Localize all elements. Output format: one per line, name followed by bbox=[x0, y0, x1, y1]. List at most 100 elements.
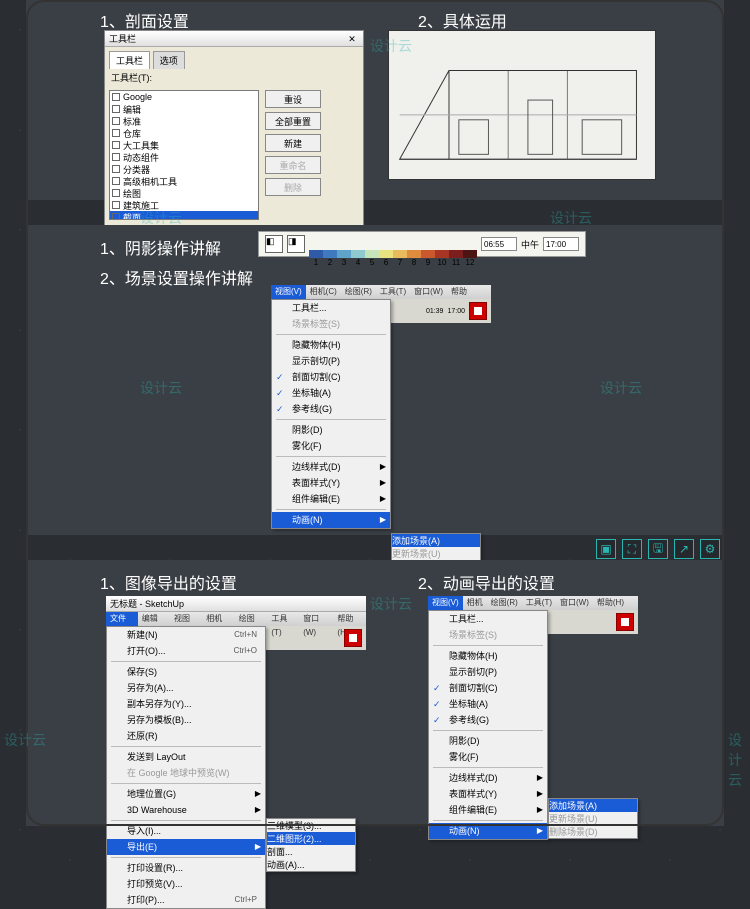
time-end[interactable]: 17:00 bbox=[543, 237, 579, 251]
dropdown-item[interactable]: 还原(R) bbox=[107, 728, 265, 744]
menu-item[interactable]: 帮助 bbox=[447, 285, 471, 299]
submenu-item[interactable]: 添加场景(A) bbox=[392, 534, 480, 547]
dialog-titlebar[interactable]: 工具栏 ✕ bbox=[105, 31, 363, 47]
tab-options[interactable]: 选项 bbox=[153, 51, 185, 69]
dropdown-item[interactable]: 动画(N)▶ bbox=[429, 823, 547, 839]
listbox-label: 工具栏(T): bbox=[105, 69, 363, 86]
window-titlebar[interactable]: 无标题 - SketchUp bbox=[106, 596, 366, 612]
menu-item[interactable]: 相机(C) bbox=[306, 285, 341, 299]
menu-item[interactable]: 窗口(W) bbox=[410, 285, 447, 299]
dropdown-item[interactable]: 阴影(D) bbox=[429, 733, 547, 749]
list-item[interactable]: 仓库 bbox=[110, 127, 258, 139]
shadow-toggle-icon[interactable]: ◧ bbox=[265, 235, 283, 253]
menu-item[interactable]: 相机 bbox=[463, 596, 487, 610]
dialog-button[interactable]: 全部重置 bbox=[265, 112, 321, 130]
time-start[interactable]: 06:55 bbox=[481, 237, 517, 251]
list-item[interactable]: 大工具集 bbox=[110, 139, 258, 151]
dropdown-item[interactable]: 表面样式(Y)▶ bbox=[429, 786, 547, 802]
title-image-export: 1、图像导出的设置 bbox=[100, 570, 237, 594]
dropdown-item[interactable]: 边线样式(D)▶ bbox=[429, 770, 547, 786]
submenu-item[interactable]: 动画(A)... bbox=[267, 858, 355, 871]
menu-item[interactable]: 帮助(H) bbox=[593, 596, 628, 610]
dropdown-item[interactable]: 另存为(A)... bbox=[107, 680, 265, 696]
dropdown-item[interactable]: 动画(N)▶ bbox=[272, 512, 390, 528]
dropdown-item[interactable]: 打印(P)...Ctrl+P bbox=[107, 892, 265, 908]
menu-item[interactable]: 视图(V) bbox=[428, 596, 463, 610]
list-item[interactable]: 绘图 bbox=[110, 187, 258, 199]
dialog-button[interactable]: 新建 bbox=[265, 134, 321, 152]
dropdown-item[interactable]: 组件编辑(E)▶ bbox=[429, 802, 547, 818]
list-item[interactable]: 分类器 bbox=[110, 163, 258, 175]
separator bbox=[276, 419, 386, 420]
menu-item[interactable]: 窗口(W) bbox=[556, 596, 593, 610]
action-button[interactable]: ▣ bbox=[596, 539, 616, 559]
dropdown-item[interactable]: 地理位置(G)▶ bbox=[107, 786, 265, 802]
menu-item[interactable]: 工具(T) bbox=[267, 612, 299, 626]
dropdown-item[interactable]: 打开(O)...Ctrl+O bbox=[107, 643, 265, 659]
dropdown-item[interactable]: 隐藏物体(H) bbox=[429, 648, 547, 664]
submenu-item[interactable]: 二维图形(2)... bbox=[267, 832, 355, 845]
dropdown-item[interactable]: ✓剖面切割(C) bbox=[429, 680, 547, 696]
dropdown-item[interactable]: ✓剖面切割(C) bbox=[272, 369, 390, 385]
menu-item[interactable]: 视图(V) bbox=[170, 612, 202, 626]
menu-item[interactable]: 相机(C) bbox=[202, 612, 235, 626]
menu-item[interactable]: 帮助(H) bbox=[333, 612, 366, 626]
list-item[interactable]: 截面 bbox=[110, 211, 258, 220]
menu-item[interactable]: 工具(T) bbox=[376, 285, 410, 299]
tab-toolbar[interactable]: 工具栏 bbox=[109, 51, 150, 69]
action-button[interactable]: 🖫 bbox=[648, 539, 668, 559]
action-button[interactable]: ↗ bbox=[674, 539, 694, 559]
dropdown-item[interactable]: 副本另存为(Y)... bbox=[107, 696, 265, 712]
dropdown-item[interactable]: 雾化(F) bbox=[429, 749, 547, 765]
submenu-item[interactable]: 添加场景(A) bbox=[549, 799, 637, 812]
menu-item[interactable]: 视图(V) bbox=[271, 285, 306, 299]
dropdown-item[interactable]: 工具栏... bbox=[272, 300, 390, 316]
menu-item[interactable]: 编辑(E) bbox=[138, 612, 170, 626]
title-section-plane: 1、剖面设置 bbox=[100, 8, 189, 32]
dropdown-item[interactable]: 显示剖切(P) bbox=[429, 664, 547, 680]
dropdown-item[interactable]: 打印设置(R)... bbox=[107, 860, 265, 876]
list-item[interactable]: 高级相机工具 bbox=[110, 175, 258, 187]
menu-item[interactable]: 绘图(R) bbox=[341, 285, 376, 299]
menu-item[interactable]: 绘图(R) bbox=[487, 596, 522, 610]
dropdown-item[interactable]: 阴影(D) bbox=[272, 422, 390, 438]
list-item[interactable]: Google bbox=[110, 91, 258, 103]
menu-item[interactable]: 绘图(R) bbox=[235, 612, 268, 626]
dropdown-item[interactable]: 边线样式(D)▶ bbox=[272, 459, 390, 475]
dropdown-item[interactable]: 工具栏... bbox=[429, 611, 547, 627]
separator bbox=[433, 645, 543, 646]
dialog-button[interactable]: 重设 bbox=[265, 90, 321, 108]
dropdown-item[interactable]: 3D Warehouse▶ bbox=[107, 802, 265, 818]
dropdown-item[interactable]: 另存为模板(B)... bbox=[107, 712, 265, 728]
sketchup-logo-icon bbox=[469, 302, 487, 320]
dropdown-item[interactable]: ✓参考线(G) bbox=[272, 401, 390, 417]
dropdown-item[interactable]: 组件编辑(E)▶ bbox=[272, 491, 390, 507]
list-item[interactable]: 标准 bbox=[110, 115, 258, 127]
dropdown-item[interactable]: 新建(N)Ctrl+N bbox=[107, 627, 265, 643]
dropdown-item[interactable]: 显示剖切(P) bbox=[272, 353, 390, 369]
close-icon[interactable]: ✕ bbox=[345, 31, 359, 46]
action-button[interactable]: ⛶ bbox=[622, 539, 642, 559]
dropdown-item[interactable]: ✓坐标轴(A) bbox=[429, 696, 547, 712]
toolbar-listbox[interactable]: Google编辑标准仓库大工具集动态组件分类器高级相机工具绘图建筑施工截面沙盒实… bbox=[109, 90, 259, 220]
dropdown-item[interactable]: 表面样式(Y)▶ bbox=[272, 475, 390, 491]
dropdown-item[interactable]: 隐藏物体(H) bbox=[272, 337, 390, 353]
dropdown-item[interactable]: 雾化(F) bbox=[272, 438, 390, 454]
menu-item[interactable]: 文件(F) bbox=[106, 612, 138, 626]
dropdown-item[interactable]: ✓坐标轴(A) bbox=[272, 385, 390, 401]
list-item[interactable]: 编辑 bbox=[110, 103, 258, 115]
list-item[interactable]: 动态组件 bbox=[110, 151, 258, 163]
shadow-settings-icon[interactable]: ◨ bbox=[287, 235, 305, 253]
menu-item[interactable]: 工具(T) bbox=[522, 596, 556, 610]
submenu-item[interactable]: 剖面... bbox=[267, 845, 355, 858]
dropdown-item[interactable]: 打印预览(V)... bbox=[107, 876, 265, 892]
month-scale[interactable]: 123456789101112 bbox=[309, 239, 477, 249]
menu-item[interactable]: 窗口(W) bbox=[299, 612, 333, 626]
dropdown-item[interactable]: ✓参考线(G) bbox=[429, 712, 547, 728]
dropdown-item[interactable]: 发送到 LayOut bbox=[107, 749, 265, 765]
list-item[interactable]: 建筑施工 bbox=[110, 199, 258, 211]
dropdown-item[interactable]: 导入(I)... bbox=[107, 823, 265, 839]
dropdown-item[interactable]: 保存(S) bbox=[107, 664, 265, 680]
dropdown-item[interactable]: 导出(E)▶ bbox=[107, 839, 265, 855]
action-button[interactable]: ⚙ bbox=[700, 539, 720, 559]
